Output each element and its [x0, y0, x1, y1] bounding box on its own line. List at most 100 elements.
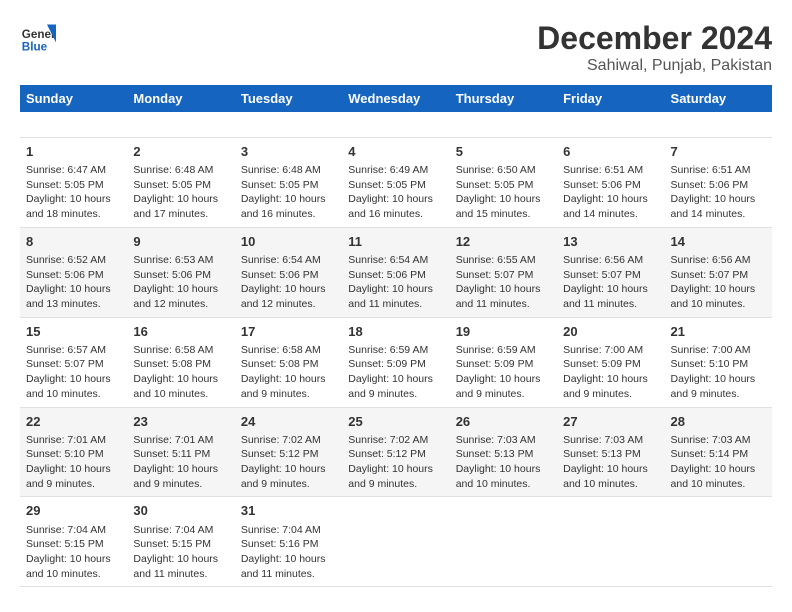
day-number: 10 — [241, 233, 336, 251]
day-info: Sunset: 5:15 PM — [133, 538, 211, 550]
calendar-cell: 28Sunrise: 7:03 AMSunset: 5:14 PMDayligh… — [665, 407, 772, 497]
day-number: 2 — [133, 143, 228, 161]
day-info: Daylight: 10 hours and 12 minutes. — [133, 283, 218, 310]
day-info: Sunset: 5:07 PM — [456, 269, 534, 281]
calendar-cell: 18Sunrise: 6:59 AMSunset: 5:09 PMDayligh… — [342, 317, 449, 407]
calendar-cell: 7Sunrise: 6:51 AMSunset: 5:06 PMDaylight… — [665, 137, 772, 227]
calendar-cell — [665, 497, 772, 587]
day-number: 31 — [241, 502, 336, 520]
day-info: Sunrise: 6:56 AM — [671, 254, 751, 266]
day-number: 12 — [456, 233, 551, 251]
col-header-wednesday: Wednesday — [342, 85, 449, 112]
calendar-cell — [20, 112, 127, 137]
day-info: Daylight: 10 hours and 10 minutes. — [26, 373, 111, 400]
calendar-cell: 27Sunrise: 7:03 AMSunset: 5:13 PMDayligh… — [557, 407, 664, 497]
day-number: 22 — [26, 413, 121, 431]
day-number: 19 — [456, 323, 551, 341]
day-info: Daylight: 10 hours and 11 minutes. — [348, 283, 433, 310]
day-info: Daylight: 10 hours and 10 minutes. — [563, 463, 648, 490]
day-info: Daylight: 10 hours and 10 minutes. — [133, 373, 218, 400]
calendar-cell: 4Sunrise: 6:49 AMSunset: 5:05 PMDaylight… — [342, 137, 449, 227]
day-info: Daylight: 10 hours and 11 minutes. — [241, 553, 326, 580]
day-info: Sunrise: 6:59 AM — [348, 344, 428, 356]
day-info: Sunset: 5:13 PM — [456, 448, 534, 460]
calendar-cell: 6Sunrise: 6:51 AMSunset: 5:06 PMDaylight… — [557, 137, 664, 227]
day-info: Daylight: 10 hours and 11 minutes. — [456, 283, 541, 310]
calendar-cell: 31Sunrise: 7:04 AMSunset: 5:16 PMDayligh… — [235, 497, 342, 587]
subtitle: Sahiwal, Punjab, Pakistan — [537, 57, 772, 75]
day-info: Sunset: 5:09 PM — [563, 358, 641, 370]
day-info: Daylight: 10 hours and 18 minutes. — [26, 193, 111, 220]
page-header: General Blue December 2024 Sahiwal, Punj… — [20, 20, 772, 75]
calendar-cell: 13Sunrise: 6:56 AMSunset: 5:07 PMDayligh… — [557, 227, 664, 317]
day-info: Sunrise: 7:03 AM — [671, 434, 751, 446]
day-info: Sunset: 5:09 PM — [348, 358, 426, 370]
day-number: 30 — [133, 502, 228, 520]
day-number: 3 — [241, 143, 336, 161]
calendar-cell: 12Sunrise: 6:55 AMSunset: 5:07 PMDayligh… — [450, 227, 557, 317]
day-info: Sunset: 5:06 PM — [348, 269, 426, 281]
calendar-cell: 29Sunrise: 7:04 AMSunset: 5:15 PMDayligh… — [20, 497, 127, 587]
day-number: 18 — [348, 323, 443, 341]
day-info: Sunset: 5:12 PM — [241, 448, 319, 460]
day-info: Sunset: 5:06 PM — [671, 179, 749, 191]
day-info: Sunrise: 7:03 AM — [563, 434, 643, 446]
calendar-cell: 26Sunrise: 7:03 AMSunset: 5:13 PMDayligh… — [450, 407, 557, 497]
calendar-cell: 16Sunrise: 6:58 AMSunset: 5:08 PMDayligh… — [127, 317, 234, 407]
calendar-cell — [342, 497, 449, 587]
day-info: Sunset: 5:05 PM — [348, 179, 426, 191]
title-block: December 2024 Sahiwal, Punjab, Pakistan — [537, 20, 772, 75]
calendar-cell: 5Sunrise: 6:50 AMSunset: 5:05 PMDaylight… — [450, 137, 557, 227]
day-number: 15 — [26, 323, 121, 341]
day-info: Daylight: 10 hours and 14 minutes. — [671, 193, 756, 220]
day-number: 4 — [348, 143, 443, 161]
logo: General Blue — [20, 20, 56, 56]
day-info: Sunset: 5:06 PM — [26, 269, 104, 281]
calendar-cell — [557, 112, 664, 137]
day-info: Daylight: 10 hours and 16 minutes. — [241, 193, 326, 220]
calendar-cell: 10Sunrise: 6:54 AMSunset: 5:06 PMDayligh… — [235, 227, 342, 317]
day-info: Sunset: 5:05 PM — [456, 179, 534, 191]
week-row-6: 29Sunrise: 7:04 AMSunset: 5:15 PMDayligh… — [20, 497, 772, 587]
col-header-tuesday: Tuesday — [235, 85, 342, 112]
day-info: Sunrise: 7:03 AM — [456, 434, 536, 446]
day-info: Daylight: 10 hours and 9 minutes. — [26, 463, 111, 490]
day-number: 14 — [671, 233, 766, 251]
calendar-cell — [665, 112, 772, 137]
day-info: Sunset: 5:08 PM — [241, 358, 319, 370]
day-info: Sunrise: 6:51 AM — [671, 164, 751, 176]
col-header-saturday: Saturday — [665, 85, 772, 112]
calendar-cell — [557, 497, 664, 587]
day-info: Sunrise: 6:56 AM — [563, 254, 643, 266]
calendar-cell: 8Sunrise: 6:52 AMSunset: 5:06 PMDaylight… — [20, 227, 127, 317]
col-header-friday: Friday — [557, 85, 664, 112]
week-row-2: 1Sunrise: 6:47 AMSunset: 5:05 PMDaylight… — [20, 137, 772, 227]
day-info: Daylight: 10 hours and 17 minutes. — [133, 193, 218, 220]
day-info: Sunset: 5:05 PM — [26, 179, 104, 191]
day-info: Sunset: 5:09 PM — [456, 358, 534, 370]
day-info: Sunrise: 7:04 AM — [133, 524, 213, 536]
day-info: Sunrise: 6:57 AM — [26, 344, 106, 356]
day-info: Sunset: 5:16 PM — [241, 538, 319, 550]
day-number: 21 — [671, 323, 766, 341]
calendar-cell: 30Sunrise: 7:04 AMSunset: 5:15 PMDayligh… — [127, 497, 234, 587]
day-number: 17 — [241, 323, 336, 341]
day-info: Daylight: 10 hours and 9 minutes. — [241, 463, 326, 490]
day-info: Sunrise: 6:58 AM — [133, 344, 213, 356]
calendar-cell: 15Sunrise: 6:57 AMSunset: 5:07 PMDayligh… — [20, 317, 127, 407]
calendar-cell: 11Sunrise: 6:54 AMSunset: 5:06 PMDayligh… — [342, 227, 449, 317]
day-info: Daylight: 10 hours and 16 minutes. — [348, 193, 433, 220]
day-number: 11 — [348, 233, 443, 251]
day-info: Sunrise: 7:01 AM — [133, 434, 213, 446]
calendar-cell: 22Sunrise: 7:01 AMSunset: 5:10 PMDayligh… — [20, 407, 127, 497]
day-info: Daylight: 10 hours and 9 minutes. — [241, 373, 326, 400]
calendar-cell: 21Sunrise: 7:00 AMSunset: 5:10 PMDayligh… — [665, 317, 772, 407]
col-header-monday: Monday — [127, 85, 234, 112]
day-info: Daylight: 10 hours and 14 minutes. — [563, 193, 648, 220]
day-info: Sunrise: 6:58 AM — [241, 344, 321, 356]
calendar-cell — [450, 112, 557, 137]
day-number: 26 — [456, 413, 551, 431]
day-info: Daylight: 10 hours and 10 minutes. — [671, 463, 756, 490]
day-info: Sunrise: 6:53 AM — [133, 254, 213, 266]
day-number: 6 — [563, 143, 658, 161]
